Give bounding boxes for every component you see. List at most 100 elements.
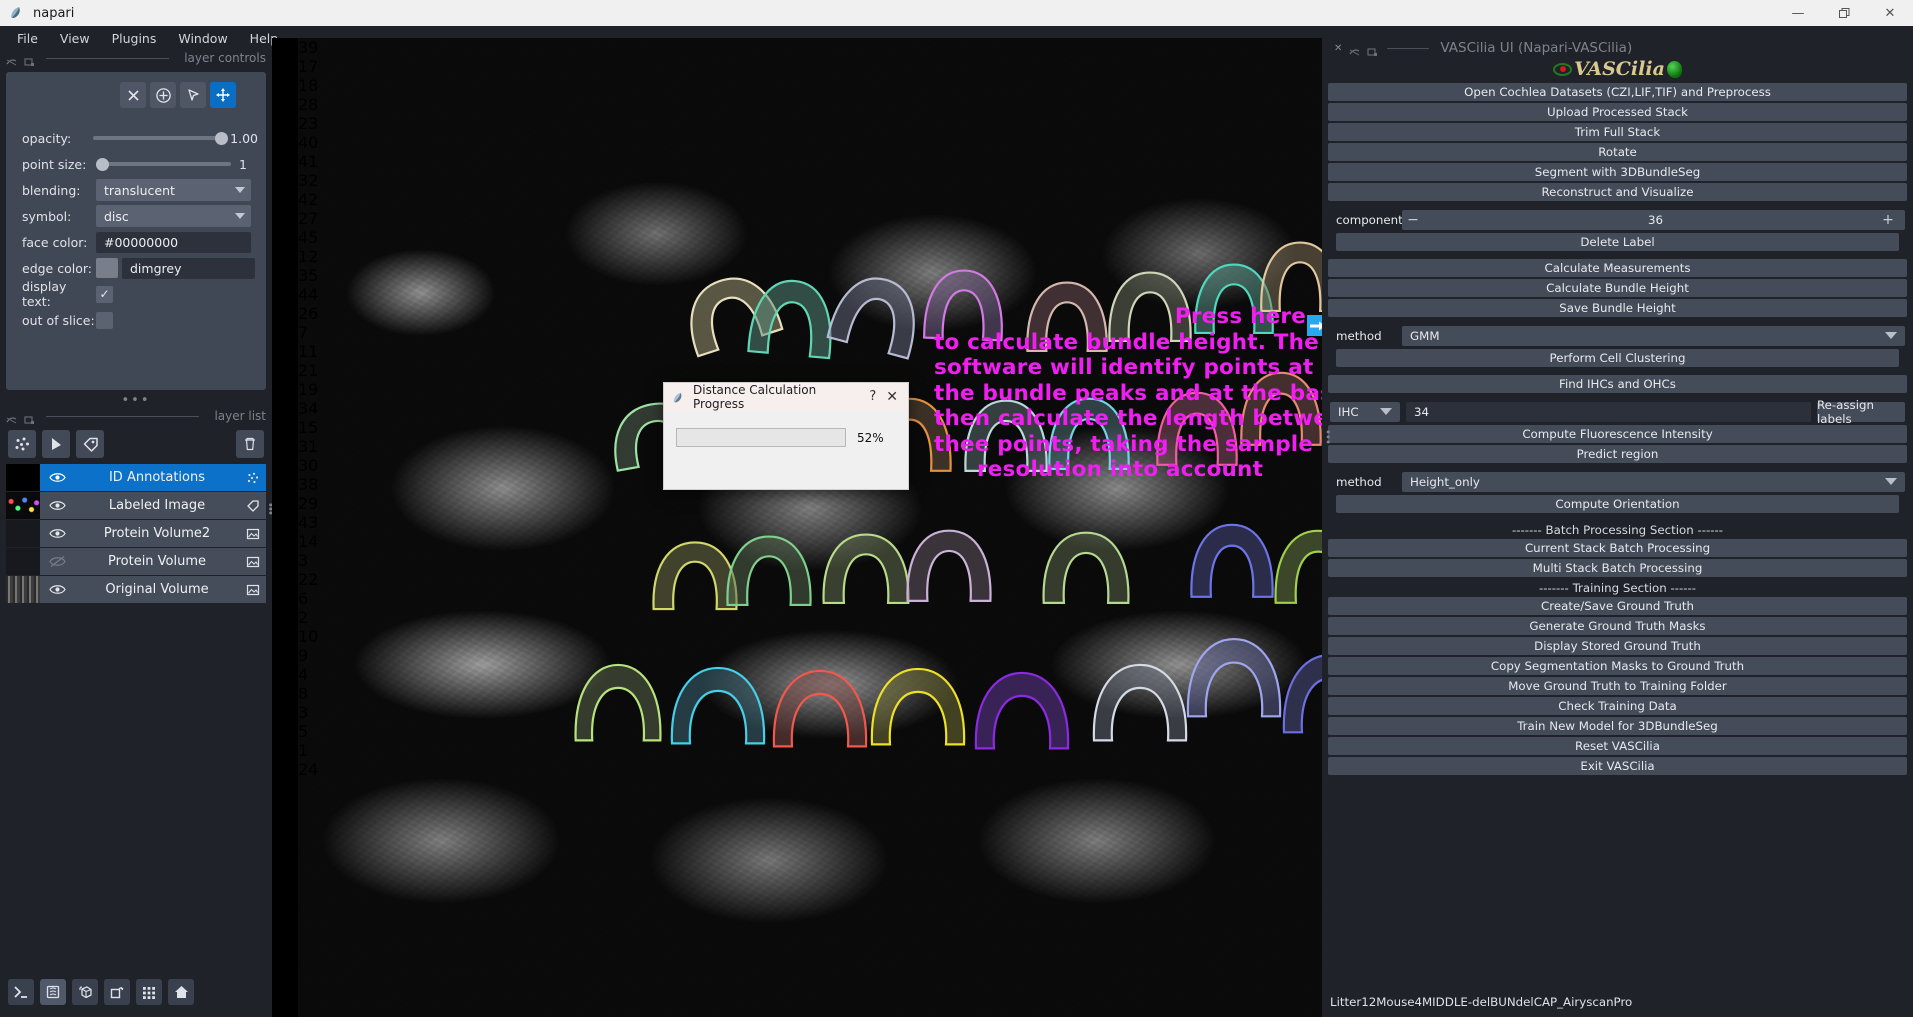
ndisplay-2d-button[interactable] xyxy=(40,979,66,1005)
rotate-button[interactable]: Rotate xyxy=(1328,143,1907,161)
blending-select[interactable]: translucent xyxy=(96,179,251,201)
segmented-cell[interactable] xyxy=(904,526,994,604)
point-size-slider[interactable] xyxy=(96,155,231,173)
visibility-eye-icon[interactable] xyxy=(40,499,74,512)
roll-dims-button[interactable] xyxy=(104,979,130,1005)
undock-icon[interactable] xyxy=(1367,43,1378,56)
reconstruct-and-visualize-button[interactable]: Reconstruct and Visualize xyxy=(1328,183,1907,201)
segmented-cell[interactable] xyxy=(1188,520,1276,600)
predict-region-button[interactable]: Predict region xyxy=(1328,445,1907,463)
visibility-eye-icon-hidden[interactable] xyxy=(40,555,74,568)
add-points-tool[interactable] xyxy=(150,82,176,108)
float-dock-icon[interactable] xyxy=(6,411,17,423)
layer-row-protein-volume[interactable]: Protein Volume xyxy=(6,548,266,575)
cell-type-select[interactable]: IHC xyxy=(1330,401,1400,422)
new-labels-layer-button[interactable] xyxy=(76,430,104,458)
dialog-close-button[interactable]: ✕ xyxy=(884,389,908,405)
check-training-data-button[interactable]: Check Training Data xyxy=(1328,697,1907,715)
segmented-cell[interactable] xyxy=(1258,238,1322,314)
reset-view-home-button[interactable] xyxy=(168,979,194,1005)
compute-fluorescence-intensity-button[interactable]: Compute Fluorescence Intensity xyxy=(1328,425,1907,443)
multi-stack-batch-processing-button[interactable]: Multi Stack Batch Processing xyxy=(1328,559,1907,577)
delete-points-tool[interactable] xyxy=(120,82,146,108)
segmented-cell[interactable] xyxy=(770,666,870,748)
float-dock-icon[interactable] xyxy=(1349,43,1360,55)
segmented-cell[interactable] xyxy=(972,668,1072,750)
minimize-button[interactable]: — xyxy=(1775,0,1821,26)
train-new-model-button[interactable]: Train New Model for 3DBundleSeg xyxy=(1328,717,1907,735)
upload-processed-stack-button[interactable]: Upload Processed Stack xyxy=(1328,103,1907,121)
undock-icon[interactable] xyxy=(24,53,35,66)
restore-button[interactable] xyxy=(1821,0,1867,26)
layer-row-labeled-image[interactable]: Labeled Image xyxy=(6,492,266,519)
visibility-eye-icon[interactable] xyxy=(40,583,74,596)
symbol-select[interactable]: disc xyxy=(96,205,251,227)
trim-full-stack-button[interactable]: Trim Full Stack xyxy=(1328,123,1907,141)
segmented-cell[interactable] xyxy=(1090,660,1190,742)
menu-file[interactable]: File xyxy=(6,28,49,49)
visibility-eye-icon[interactable] xyxy=(40,527,74,540)
generate-ground-truth-masks-button[interactable]: Generate Ground Truth Masks xyxy=(1328,617,1907,635)
compute-orientation-button[interactable]: Compute Orientation xyxy=(1336,495,1899,513)
segmented-cell[interactable] xyxy=(1280,650,1322,734)
display-stored-ground-truth-button[interactable]: Display Stored Ground Truth xyxy=(1328,637,1907,655)
viewer-canvas[interactable]: 39 17 18 28 23 40 41 32 42 27 45 12 35 44 26 7 11 21 19 34 1… xyxy=(272,38,1322,1017)
delete-label-button[interactable]: Delete Label xyxy=(1336,233,1899,251)
opacity-slider-knob[interactable] xyxy=(214,131,228,145)
new-points-layer-button[interactable] xyxy=(8,430,36,458)
segmented-cell[interactable] xyxy=(868,664,968,746)
exit-vascilia-button[interactable]: Exit VASCilia xyxy=(1328,757,1907,775)
menu-window[interactable]: Window xyxy=(167,28,238,49)
dock-resize-grip[interactable]: ••• xyxy=(0,394,272,408)
current-stack-batch-processing-button[interactable]: Current Stack Batch Processing xyxy=(1328,539,1907,557)
menu-view[interactable]: View xyxy=(49,28,101,49)
layer-row-protein-volume2[interactable]: Protein Volume2 xyxy=(6,520,266,547)
close-dock-icon[interactable]: ✕ xyxy=(1334,43,1342,54)
open-cochlea-datasets-button[interactable]: Open Cochlea Datasets (CZI,LIF,TIF) and … xyxy=(1328,83,1907,101)
segmented-cell[interactable] xyxy=(668,663,768,745)
transpose-dims-button[interactable] xyxy=(136,979,162,1005)
segmented-cell[interactable] xyxy=(724,532,814,608)
ndisplay-3d-button[interactable] xyxy=(72,979,98,1005)
clustering-method-select[interactable]: GMM xyxy=(1402,325,1905,346)
copy-segmentation-masks-button[interactable]: Copy Segmentation Masks to Ground Truth xyxy=(1328,657,1907,675)
visibility-eye-icon[interactable] xyxy=(40,471,74,484)
pan-zoom-tool[interactable] xyxy=(210,82,236,108)
create-save-ground-truth-button[interactable]: Create/Save Ground Truth xyxy=(1328,597,1907,615)
calculate-bundle-height-button[interactable]: Calculate Bundle Height xyxy=(1328,279,1907,297)
edge-color-input[interactable]: dimgrey xyxy=(122,257,255,279)
orientation-method-select[interactable]: Height_only xyxy=(1402,471,1905,492)
panel-resize-handle[interactable]: • • • xyxy=(1325,427,1332,448)
segmented-cell[interactable] xyxy=(745,272,840,361)
component-increment-button[interactable]: + xyxy=(1877,212,1899,228)
edge-color-swatch[interactable] xyxy=(96,258,118,278)
help-button[interactable]: ? xyxy=(861,389,884,404)
segment-with-3dbundleseg-button[interactable]: Segment with 3DBundleSeg xyxy=(1328,163,1907,181)
perform-cell-clustering-button[interactable]: Perform Cell Clustering xyxy=(1336,349,1899,367)
cell-count-input[interactable]: 34 xyxy=(1406,401,1811,422)
calculate-measurements-button[interactable]: Calculate Measurements xyxy=(1328,259,1907,277)
reset-vascilia-button[interactable]: Reset VASCilia xyxy=(1328,737,1907,755)
console-button[interactable] xyxy=(8,979,34,1005)
point-size-slider-knob[interactable] xyxy=(96,157,109,171)
close-button[interactable]: ✕ xyxy=(1867,0,1913,26)
find-ihcs-and-ohcs-button[interactable]: Find IHCs and OHCs xyxy=(1328,375,1907,393)
component-stepper[interactable]: − 36 + xyxy=(1402,209,1905,230)
segmented-cell[interactable] xyxy=(572,660,664,742)
layer-row-original-volume[interactable]: Original Volume xyxy=(6,576,266,603)
re-assign-labels-button[interactable]: Re-assign labels xyxy=(1817,398,1905,426)
delete-layer-button[interactable] xyxy=(236,430,264,458)
display-text-checkbox[interactable]: ✓ xyxy=(96,285,113,303)
component-value[interactable]: 36 xyxy=(1406,213,1905,227)
opacity-slider[interactable] xyxy=(92,129,228,147)
select-points-tool[interactable] xyxy=(180,82,206,108)
segmented-cell[interactable] xyxy=(1040,528,1132,606)
segmented-cell[interactable] xyxy=(1184,634,1284,718)
segmented-cell[interactable] xyxy=(820,530,912,606)
float-dock-icon[interactable] xyxy=(6,53,17,65)
undock-icon[interactable] xyxy=(24,411,35,424)
save-bundle-height-button[interactable]: Save Bundle Height xyxy=(1328,299,1907,317)
layer-row-id-annotations[interactable]: ID Annotations • • • xyxy=(6,464,274,519)
face-color-input[interactable]: #00000000 xyxy=(96,231,251,253)
segmented-cell[interactable] xyxy=(1272,526,1322,606)
